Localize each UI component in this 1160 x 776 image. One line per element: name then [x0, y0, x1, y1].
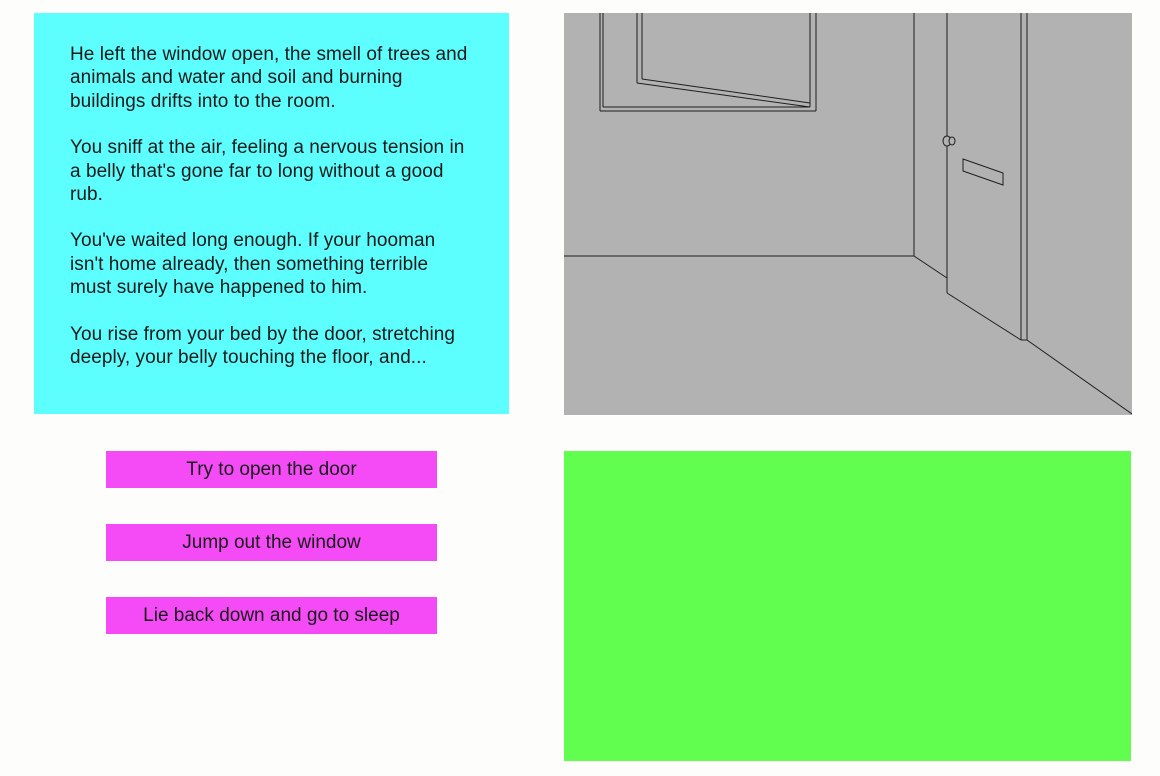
scene-illustration	[564, 13, 1132, 415]
story-paragraph: He left the window open, the smell of tr…	[70, 44, 468, 112]
choice-jump-window-button[interactable]: Jump out the window	[106, 524, 437, 561]
story-paragraph: You sniff at the air, feeling a nervous …	[70, 137, 465, 206]
story-paragraph: You've waited long enough. If your hooma…	[70, 230, 436, 299]
mail-slot	[962, 158, 1004, 186]
game-screen: He left the window open, the smell of tr…	[0, 0, 1160, 776]
door	[946, 13, 1028, 341]
open-window	[599, 13, 817, 112]
door-knob	[942, 135, 956, 147]
blank-panel	[564, 451, 1131, 761]
story-paragraph: You rise from your bed by the door, stre…	[70, 323, 455, 369]
room-corner	[564, 13, 1132, 415]
choice-sleep-button[interactable]: Lie back down and go to sleep	[106, 597, 437, 634]
choice-open-door-button[interactable]: Try to open the door	[106, 451, 437, 488]
story-text-panel: He left the window open, the smell of tr…	[34, 13, 509, 414]
room-scene-drawing	[564, 13, 1132, 415]
